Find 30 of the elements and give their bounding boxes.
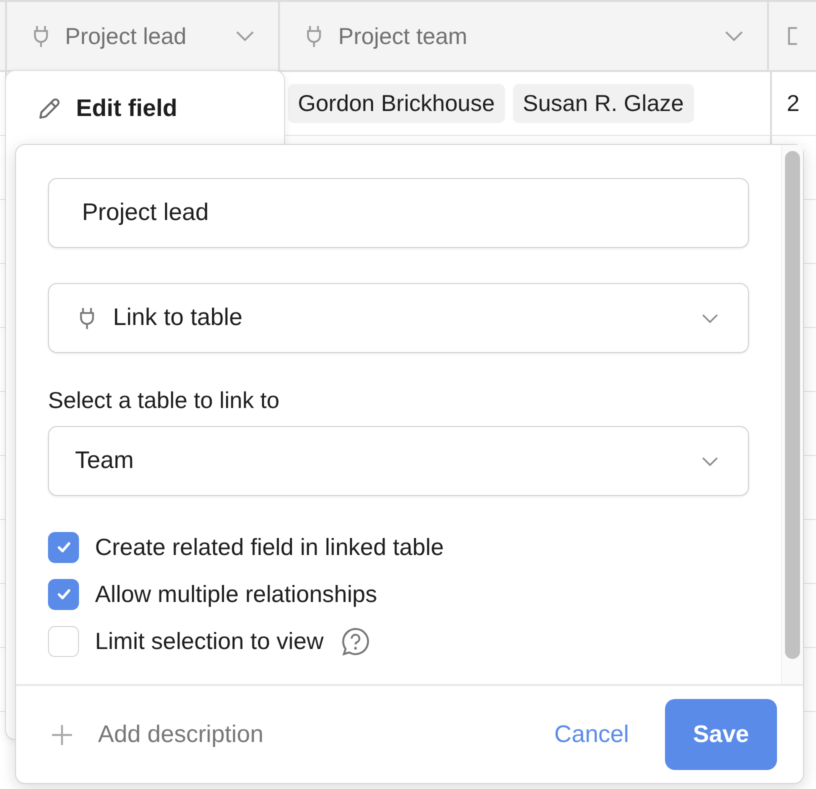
checkbox-label: Limit selection to view	[95, 628, 324, 654]
add-description-button[interactable]: Add description	[52, 720, 548, 748]
menu-item[interactable]: Edit field	[6, 71, 284, 123]
help-icon[interactable]	[340, 626, 371, 656]
plug-icon	[79, 307, 95, 329]
checkbox[interactable]	[48, 532, 79, 562]
checkmark-icon	[56, 541, 70, 553]
plug-icon	[306, 25, 322, 47]
plus-icon	[52, 724, 72, 744]
column-title: Project lead	[65, 22, 188, 50]
checkbox-label: Create related field in linked table	[95, 534, 444, 560]
chevron-icon	[702, 314, 718, 322]
checkbox[interactable]	[48, 578, 79, 610]
checkmark-icon	[56, 588, 70, 600]
field-label: Select a table to link to	[48, 387, 280, 414]
field-name-input[interactable]: Project lead	[48, 178, 749, 248]
checkbox-label: Allow multiple relationships	[95, 580, 378, 608]
linked-record-chip[interactable]: Susan R. Glaze	[512, 84, 694, 123]
plug-icon	[33, 25, 49, 47]
column-header[interactable]: Project team	[280, 2, 769, 70]
table-cell: 2	[786, 90, 800, 117]
linked-record-chip[interactable]: Gordon Brickhouse	[288, 84, 505, 123]
chevron-icon	[724, 31, 743, 41]
field-type-icon	[786, 25, 797, 47]
chevron-icon	[702, 456, 718, 466]
column-title: Project team	[338, 22, 468, 50]
field-type-select[interactable]: Link to table	[48, 283, 749, 353]
table-select[interactable]: Team	[48, 426, 749, 496]
chevron-icon	[236, 31, 254, 41]
scrollbar[interactable]	[785, 151, 800, 659]
